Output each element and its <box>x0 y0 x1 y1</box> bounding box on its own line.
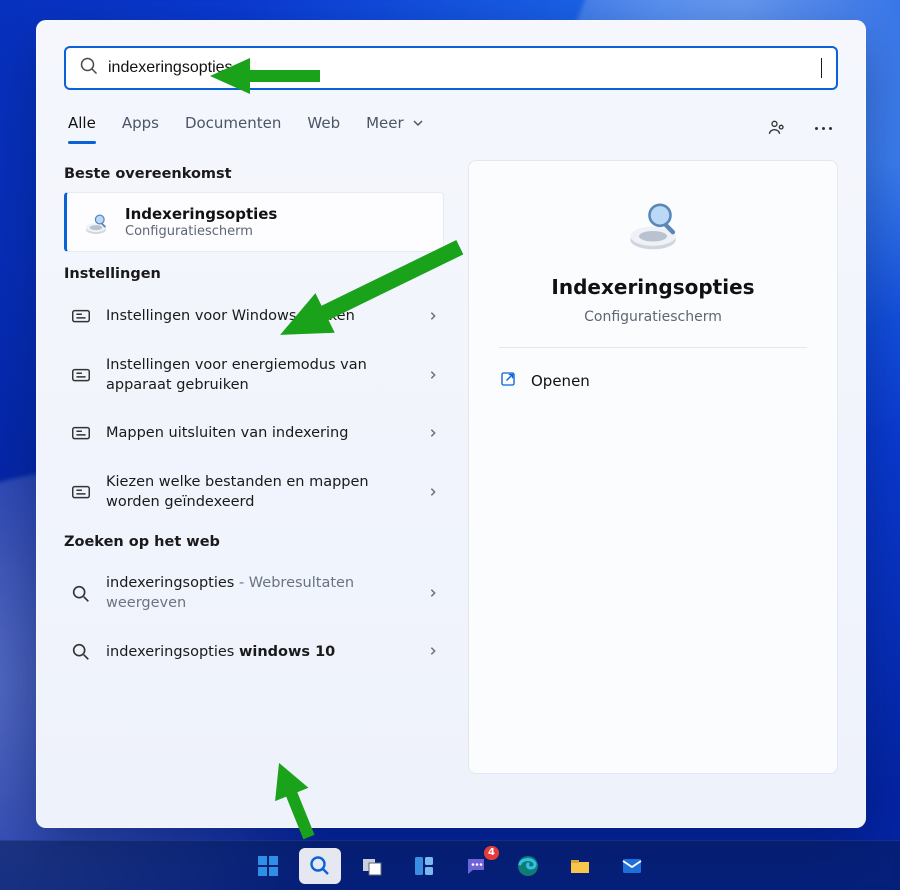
text-caret <box>821 58 822 78</box>
search-icon <box>70 641 92 663</box>
tab-documents[interactable]: Documenten <box>185 114 281 142</box>
more-options-icon[interactable] <box>813 127 834 130</box>
mail-button[interactable] <box>611 848 653 884</box>
web-results-header: Zoeken op het web <box>64 534 444 550</box>
settings-item-label: Mappen uitsluiten van indexering <box>106 424 414 444</box>
chevron-right-icon <box>428 309 438 325</box>
settings-item-label: Instellingen voor energiemodus van appar… <box>106 356 414 395</box>
best-match-title: Indexeringsopties <box>125 205 277 223</box>
edge-button[interactable] <box>507 848 549 884</box>
chevron-right-icon <box>428 485 438 501</box>
settings-item-label: Kiezen welke bestanden en mappen worden … <box>106 473 414 512</box>
annotation-arrow <box>210 54 320 98</box>
chat-badge: 4 <box>484 846 499 860</box>
settings-item-icon <box>70 365 92 387</box>
tab-apps[interactable]: Apps <box>122 114 159 142</box>
settings-item-exclude-folders[interactable]: Mappen uitsluiten van indexering <box>64 409 444 459</box>
settings-item-icon <box>70 423 92 445</box>
widgets-button[interactable] <box>403 848 445 884</box>
web-result-label: indexeringsopties windows 10 <box>106 643 414 663</box>
indexing-options-icon <box>81 207 111 237</box>
search-icon <box>80 57 98 79</box>
web-result-label: indexeringsopties - Webresultaten weerge… <box>106 574 414 613</box>
chat-button[interactable]: 4 <box>455 848 497 884</box>
detail-pane: Indexeringsopties Configuratiescherm Ope… <box>468 160 838 774</box>
chevron-down-icon <box>412 117 424 129</box>
chevron-right-icon <box>428 644 438 660</box>
detail-subtitle: Configuratiescherm <box>584 309 722 325</box>
start-button[interactable] <box>247 848 289 884</box>
open-label: Openen <box>531 372 590 390</box>
settings-item-icon <box>70 482 92 504</box>
best-match-header: Beste overeenkomst <box>64 166 444 182</box>
search-box[interactable] <box>64 46 838 90</box>
open-icon <box>499 370 517 392</box>
chevron-right-icon <box>428 368 438 384</box>
settings-item-energy-mode[interactable]: Instellingen voor energiemodus van appar… <box>64 342 444 409</box>
task-view-button[interactable] <box>351 848 393 884</box>
search-input[interactable] <box>98 59 830 77</box>
detail-title: Indexeringsopties <box>551 275 754 299</box>
search-icon <box>70 583 92 605</box>
best-match-result[interactable]: Indexeringsopties Configuratiescherm <box>64 192 444 252</box>
taskbar: 4 <box>0 840 900 890</box>
org-search-icon[interactable] <box>767 118 787 138</box>
start-search-panel: Alle Apps Documenten Web Meer Beste over… <box>36 20 866 828</box>
chevron-right-icon <box>428 426 438 442</box>
web-result-item[interactable]: indexeringsopties windows 10 <box>64 627 444 677</box>
tab-more[interactable]: Meer <box>366 114 424 142</box>
open-action[interactable]: Openen <box>499 370 807 392</box>
chevron-right-icon <box>428 586 438 602</box>
tab-all[interactable]: Alle <box>68 114 96 142</box>
search-button[interactable] <box>299 848 341 884</box>
settings-item-choose-indexed[interactable]: Kiezen welke bestanden en mappen worden … <box>64 459 444 526</box>
tab-web[interactable]: Web <box>307 114 340 142</box>
settings-item-icon <box>70 306 92 328</box>
best-match-subtitle: Configuratiescherm <box>125 224 277 239</box>
web-result-item[interactable]: indexeringsopties - Webresultaten weerge… <box>64 560 444 627</box>
file-explorer-button[interactable] <box>559 848 601 884</box>
filter-tabs: Alle Apps Documenten Web Meer <box>64 114 838 142</box>
indexing-options-icon <box>618 189 688 259</box>
